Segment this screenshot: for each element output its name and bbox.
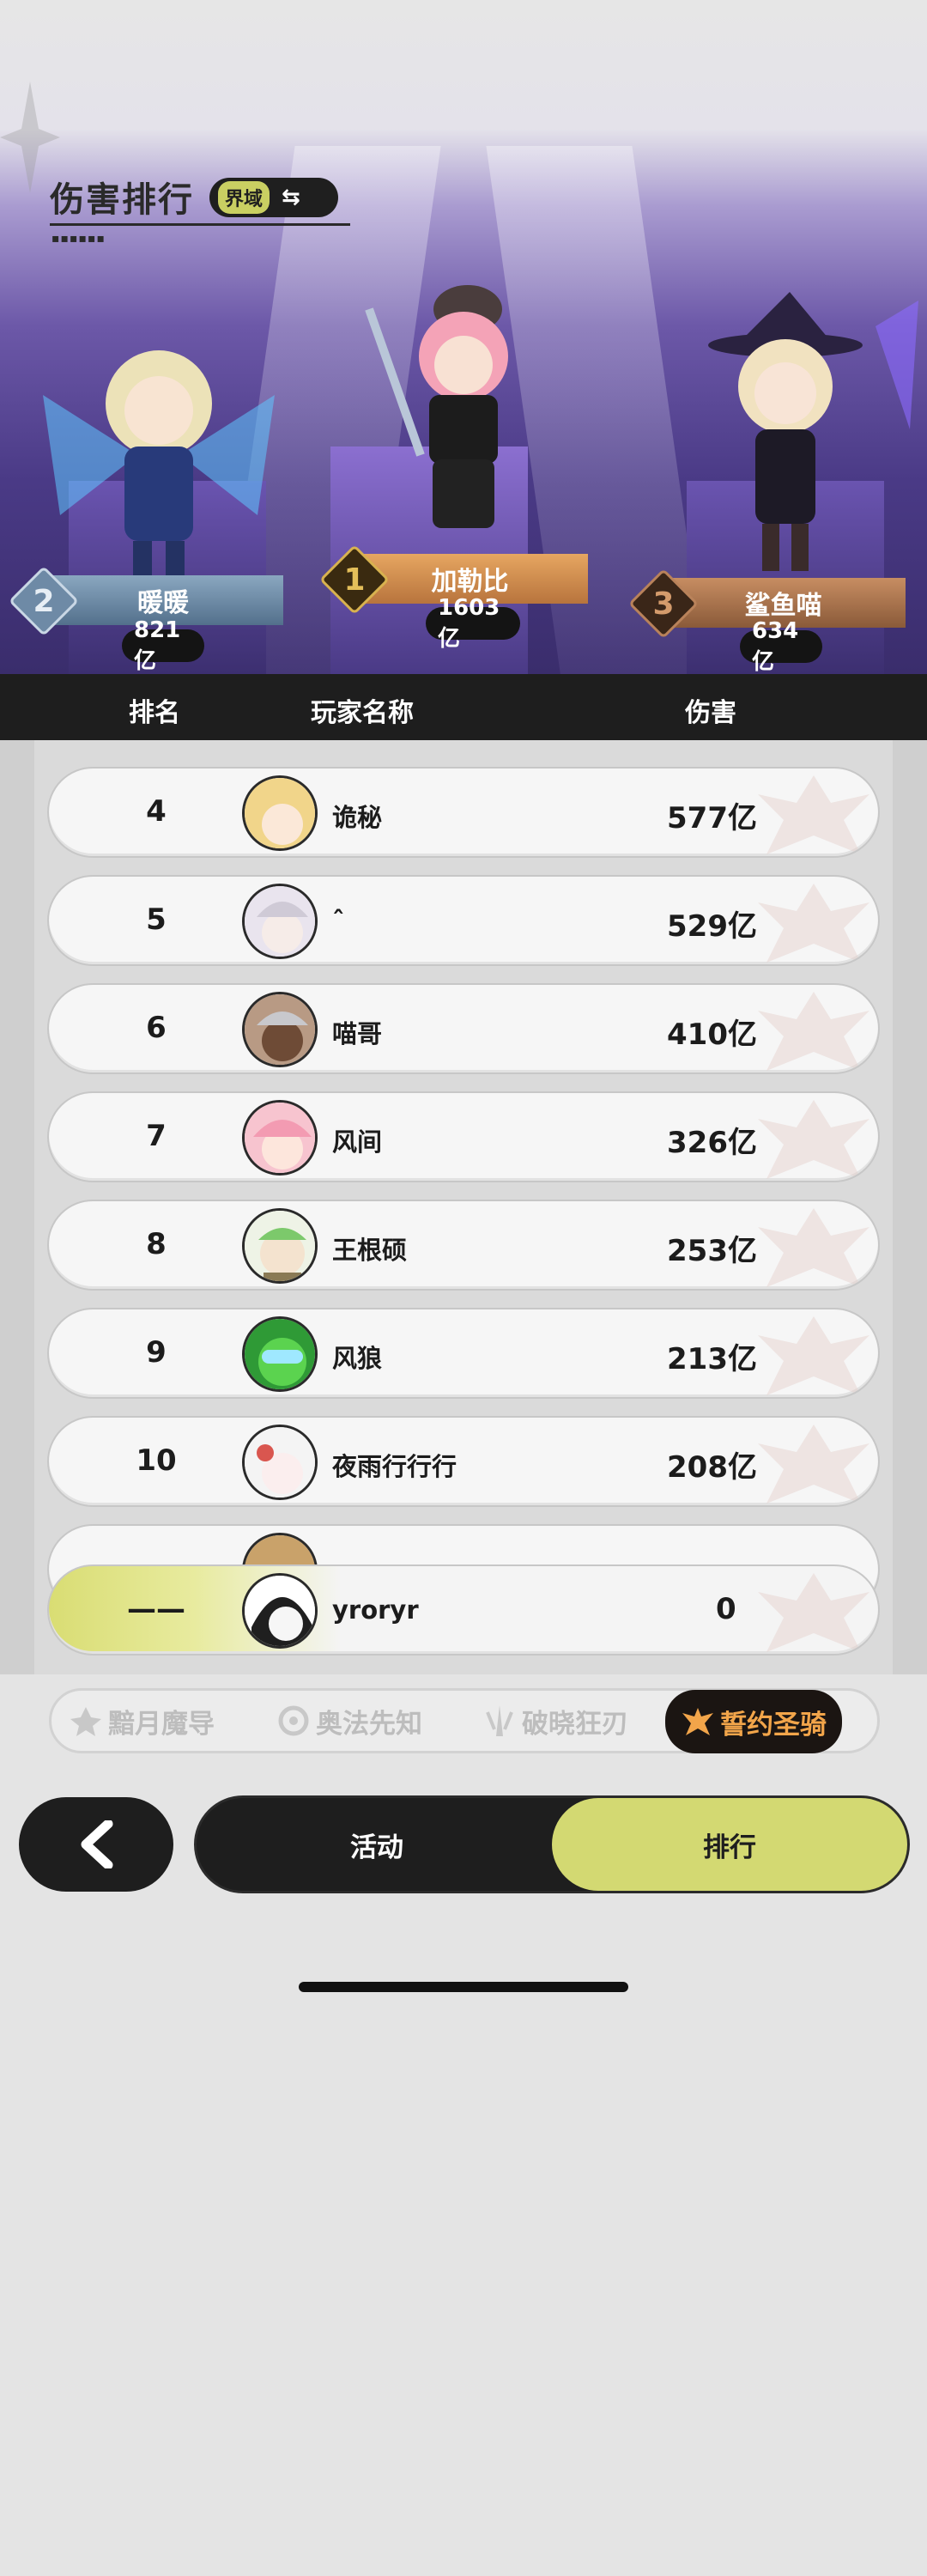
player-avatar — [242, 1208, 318, 1284]
player-name: 夜雨行行行 — [332, 1452, 457, 1481]
prophet-icon — [278, 1705, 309, 1736]
character-rank-2[interactable] — [26, 326, 292, 584]
title-underline — [50, 223, 350, 226]
player-name: 喵哥 — [332, 1019, 383, 1048]
column-header-damage: 伤害 — [685, 698, 736, 728]
bottom-nav: 活动 排行 — [194, 1795, 910, 1893]
podium-rank-3: 3 — [652, 586, 675, 622]
column-header-player: 玩家名称 — [311, 698, 414, 728]
table-row[interactable]: 10 夜雨行行行 208亿 — [47, 1416, 880, 1507]
table-row[interactable]: 8 王根硕 253亿 — [47, 1200, 880, 1291]
berserker-icon — [486, 1705, 513, 1736]
row-damage: 213亿 — [667, 1342, 757, 1376]
own-rank-row[interactable]: —— yroryr 0 — [47, 1564, 880, 1656]
tab-label: 破晓狂刃 — [522, 1708, 628, 1740]
own-name: yroryr — [332, 1595, 419, 1625]
row-damage: 410亿 — [667, 1018, 757, 1052]
table-header: 排名 玩家名称 伤害 — [0, 674, 927, 740]
moon-mage-icon — [70, 1707, 101, 1736]
row-damage: 326亿 — [667, 1126, 757, 1160]
podium-banner: 伤害排行 界域 ⇆ ▪▪▪▪▪▪ 暖暖 2 821亿 加勒比 1 1603亿 鲨… — [0, 0, 927, 674]
player-avatar — [242, 1316, 318, 1392]
player-avatar — [242, 1100, 318, 1176]
silver-medal-icon: 2 — [8, 565, 80, 637]
tab-arcane-prophet[interactable]: 奥法先知 — [276, 1691, 422, 1751]
row-damage: 529亿 — [667, 909, 757, 944]
podium-name-1: 加勒比 — [431, 567, 509, 597]
player-name: 诡秘 — [332, 803, 383, 832]
podium-damage-1: 1603亿 — [426, 595, 520, 652]
table-row[interactable]: 5 ˆ 529亿 — [47, 875, 880, 966]
row-rank: 7 — [146, 1119, 167, 1153]
row-rank: 8 — [146, 1227, 167, 1261]
table-row[interactable]: 6 喵哥 410亿 — [47, 983, 880, 1074]
row-rank: 5 — [146, 902, 167, 937]
player-avatar — [242, 884, 318, 959]
gold-medal-icon: 1 — [318, 544, 391, 616]
tab-label: 奥法先知 — [316, 1708, 422, 1740]
tab-label: 誓约圣骑 — [720, 1709, 827, 1741]
row-rank: 9 — [146, 1335, 167, 1370]
podium-name-3: 鲨鱼喵 — [744, 591, 822, 621]
page-title: 伤害排行 — [50, 180, 194, 220]
nav-ranking-button[interactable]: 排行 — [552, 1798, 907, 1891]
podium-damage-3: 634亿 — [740, 618, 822, 674]
row-damage: 253亿 — [667, 1234, 757, 1268]
column-header-rank: 排名 — [129, 698, 180, 728]
mode-switch-button[interactable]: 界域 ⇆ — [209, 178, 338, 217]
ranking-list[interactable]: 4 诡秘 577亿 5 ˆ 529亿 6 喵哥 410亿 7 风间 326亿 8… — [34, 740, 893, 1674]
title-block: 伤害排行 界域 ⇆ ▪▪▪▪▪▪ — [50, 172, 350, 246]
back-button[interactable] — [19, 1797, 173, 1892]
player-name: 风间 — [332, 1127, 383, 1157]
own-rank: —— — [127, 1592, 185, 1626]
tab-dawn-berserker[interactable]: 破晓狂刃 — [482, 1691, 628, 1751]
podium-name-2: 暖暖 — [137, 588, 189, 618]
class-tabs: 黯月魔导 奥法先知 破晓狂刃 誓约圣骑 — [49, 1688, 880, 1753]
chevron-left-icon — [81, 1820, 113, 1868]
row-damage: 208亿 — [667, 1450, 757, 1485]
table-row[interactable]: 7 风间 326亿 — [47, 1091, 880, 1182]
paladin-icon — [682, 1708, 713, 1735]
row-damage: 577亿 — [667, 801, 757, 835]
row-rank: 10 — [136, 1443, 177, 1478]
table-row[interactable]: 4 诡秘 577亿 — [47, 767, 880, 858]
table-row[interactable]: 9 风狼 213亿 — [47, 1308, 880, 1399]
mode-tag: 界域 — [218, 181, 270, 214]
player-avatar — [242, 775, 318, 851]
tab-label: 黯月魔导 — [108, 1708, 215, 1740]
nav-activity-button[interactable]: 活动 — [197, 1798, 557, 1891]
player-name: 王根硕 — [332, 1236, 408, 1265]
title-dots: ▪▪▪▪▪▪ — [52, 232, 106, 246]
character-rank-1[interactable] — [360, 283, 566, 558]
row-rank: 4 — [146, 794, 167, 829]
podium-damage-2: 821亿 — [122, 617, 204, 674]
character-rank-3[interactable] — [661, 292, 918, 575]
own-damage: 0 — [716, 1592, 736, 1626]
bronze-medal-icon: 3 — [627, 568, 700, 640]
home-indicator[interactable] — [299, 1982, 628, 1992]
player-name: 风狼 — [332, 1344, 383, 1373]
podium-rank-1: 1 — [343, 562, 366, 598]
tab-dark-moon-mage[interactable]: 黯月魔导 — [69, 1691, 215, 1751]
tab-oath-paladin[interactable]: 誓约圣骑 — [665, 1690, 842, 1753]
podium-rank-2: 2 — [33, 583, 55, 619]
row-rank: 6 — [146, 1011, 167, 1045]
player-avatar — [242, 992, 318, 1067]
player-name: ˆ — [332, 906, 345, 935]
swap-icon: ⇆ — [282, 185, 300, 210]
player-avatar — [242, 1425, 318, 1500]
own-avatar — [242, 1573, 318, 1649]
